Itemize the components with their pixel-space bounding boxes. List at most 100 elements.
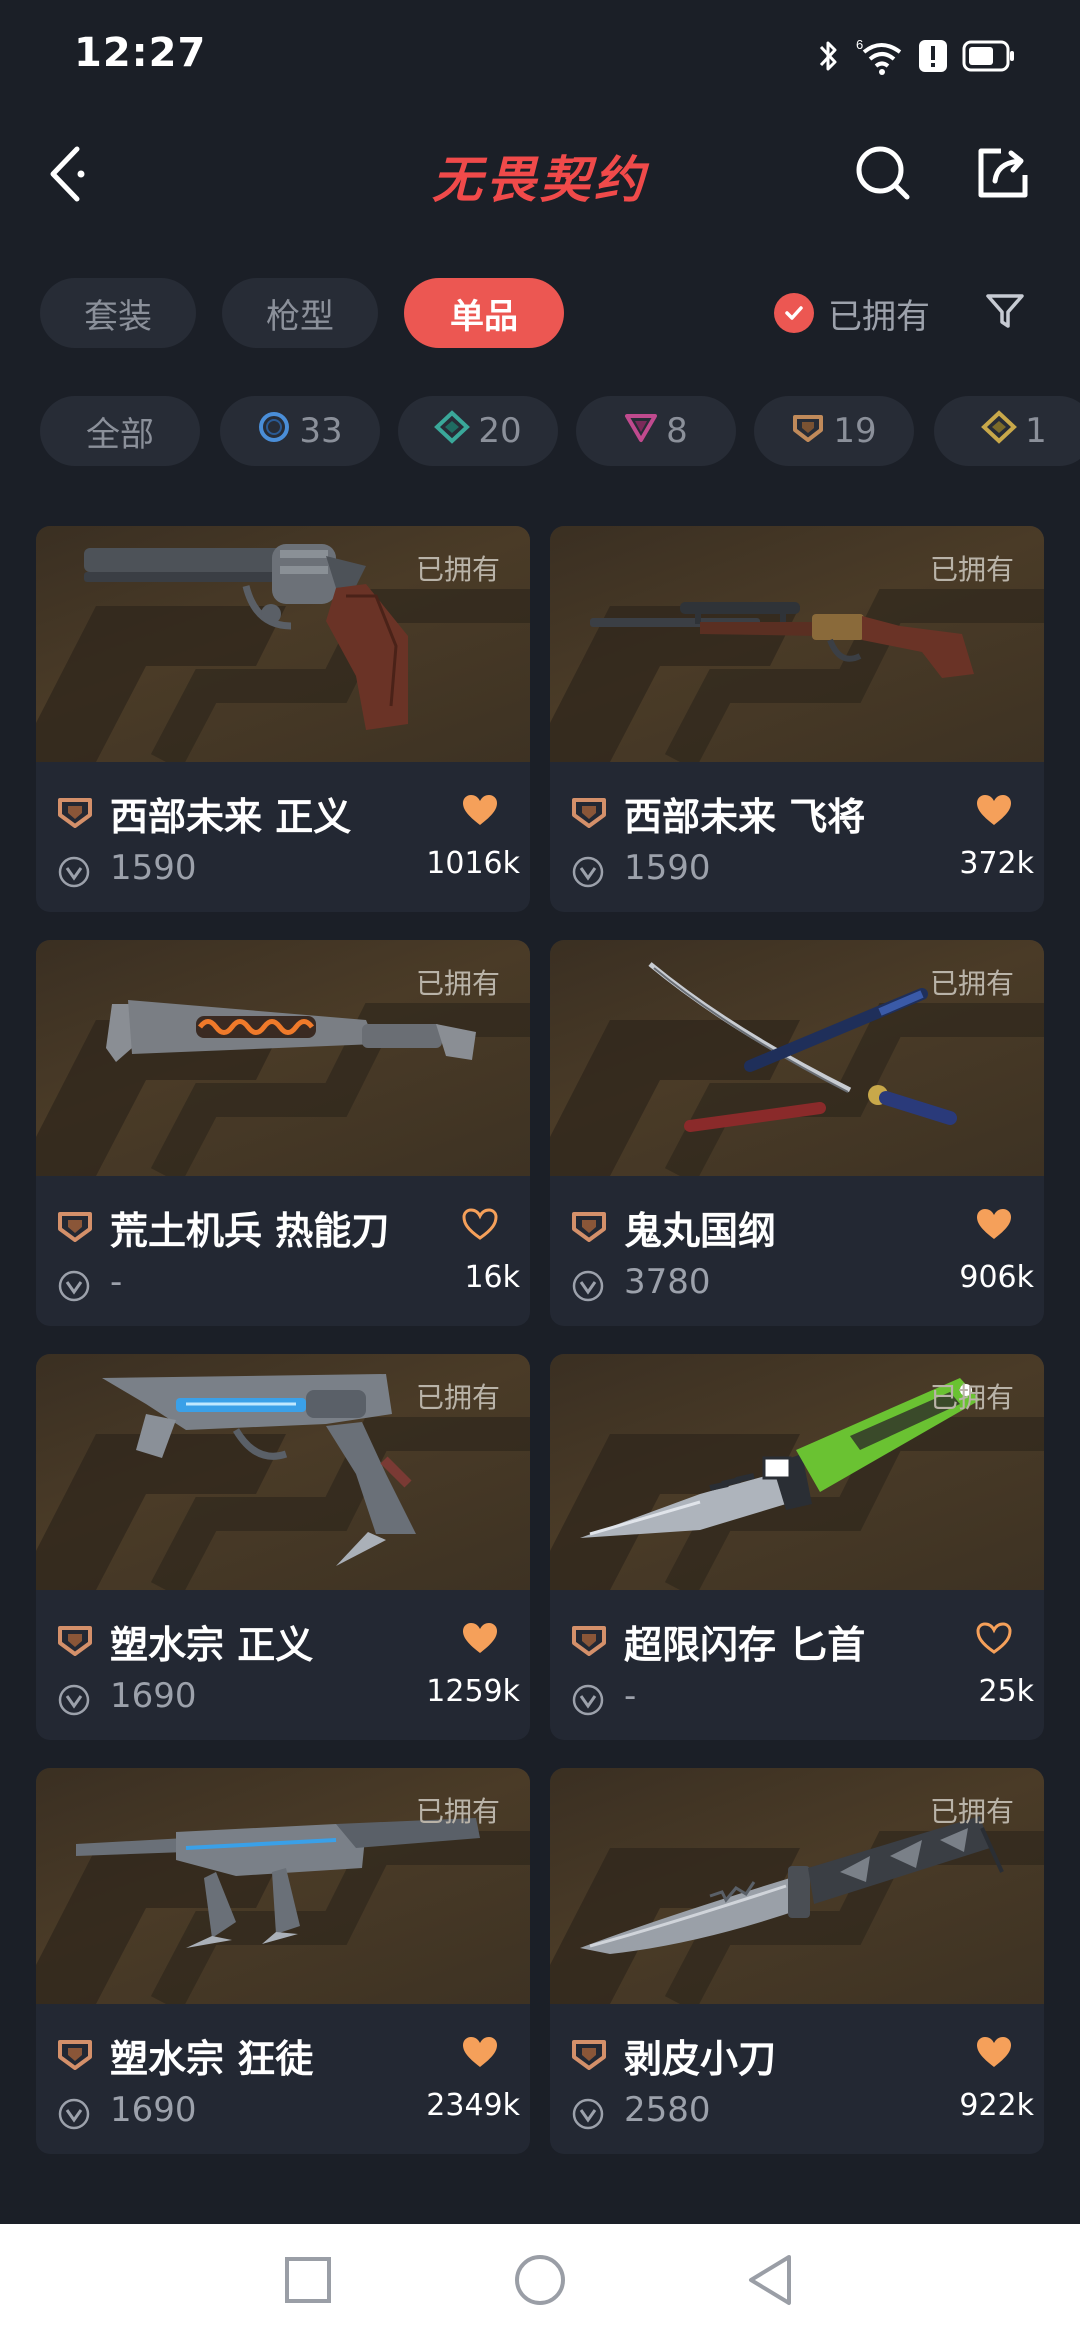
item-price: - [110,1262,123,1302]
share-icon [973,143,1033,207]
owned-label: 已拥有 [929,1795,1014,1828]
ultra-edition-icon [981,409,1018,453]
recent-apps-button[interactable] [276,2250,340,2314]
owned-toggle[interactable]: 已拥有 [774,278,930,348]
svg-text:6: 6 [856,37,863,52]
item-info: 荒土机兵 热能刀 - 16k [36,1176,530,1326]
item-price: 3780 [624,1262,711,1302]
like-button[interactable] [972,2032,1016,2076]
heart-filled-icon [975,2035,1013,2073]
heart-filled-icon [461,2035,499,2073]
tab-bundles[interactable]: 套装 [40,278,196,348]
item-name: 鬼丸国纲 [624,1209,777,1253]
exclusive-tier-icon [570,792,608,830]
exclusive-tier-icon [56,2034,94,2072]
item-image: 已拥有 [36,526,530,762]
status-icons: 6 [818,34,1016,78]
like-button[interactable] [972,1204,1016,1248]
item-image: 已拥有 [36,1768,530,2004]
like-button[interactable] [458,2032,502,2076]
owned-label: 已拥有 [415,967,500,1000]
like-count: 1259k [426,1674,520,1709]
owned-label: 已拥有 [415,1795,500,1828]
owned-label: 已拥有 [929,967,1014,1000]
exclusive-tier-icon [56,1620,94,1658]
item-info: 西部未来 正义 1590 1016k [36,762,530,912]
exclusive-tier-icon [570,2034,608,2072]
rarity-filter-row: 全部 33 20 8 19 1 [40,396,1080,468]
triangle-back-icon [745,2253,795,2311]
tab-single-items[interactable]: 单品 [404,278,564,348]
rarity-filter-all[interactable]: 全部 [40,396,200,466]
item-card[interactable]: 已拥有 剥皮小刀 2580 922k [550,1768,1044,2154]
premium-edition-icon [624,410,658,453]
exclusive-tier-icon [56,792,94,830]
item-card[interactable]: 已拥有 塑水宗 正义 1690 1259k [36,1354,530,1740]
item-info: 超限闪存 匕首 - 25k [550,1590,1044,1740]
like-button[interactable] [972,1618,1016,1662]
vp-currency-icon [58,2098,90,2130]
vp-currency-icon [572,1270,604,1302]
heart-filled-icon [975,793,1013,831]
filter-button[interactable] [978,286,1032,340]
search-button[interactable] [848,140,918,210]
header: 无畏契约 [0,120,1080,230]
rarity-filter-deluxe[interactable]: 20 [398,396,558,466]
rarity-filter-count: 1 [1025,411,1047,451]
like-count: 1016k [426,846,520,881]
bluetooth-icon [818,38,840,74]
item-info: 剥皮小刀 2580 922k [550,2004,1044,2154]
rarity-filter-exclusive[interactable]: 19 [754,396,914,466]
heart-filled-icon [975,1207,1013,1245]
alert-icon [918,38,948,74]
owned-label: 已拥有 [415,553,500,586]
like-button[interactable] [458,790,502,834]
rarity-filter-label: 全部 [86,414,154,455]
item-image: 已拥有 [36,1354,530,1590]
system-nav-bar [0,2224,1080,2340]
rarity-filter-count: 8 [666,411,688,451]
share-button[interactable] [968,140,1038,210]
item-card[interactable]: 已拥有 鬼丸国纲 3780 906k [550,940,1044,1326]
deluxe-edition-icon [434,409,471,453]
tab-weapon-type[interactable]: 枪型 [222,278,378,348]
like-button[interactable] [972,790,1016,834]
rarity-filter-premium[interactable]: 8 [576,396,736,466]
item-info: 塑水宗 狂徒 1690 2349k [36,2004,530,2154]
item-name: 西部未来 飞将 [624,795,866,839]
heart-filled-icon [461,793,499,831]
vp-currency-icon [58,1270,90,1302]
like-count: 922k [959,2088,1034,2123]
home-button[interactable] [508,2250,572,2314]
battery-icon [962,40,1016,72]
item-info: 西部未来 飞将 1590 372k [550,762,1044,912]
item-info: 塑水宗 正义 1690 1259k [36,1590,530,1740]
rarity-filter-select[interactable]: 33 [220,396,380,466]
like-count: 25k [978,1674,1034,1709]
like-count: 2349k [426,2088,520,2123]
exclusive-edition-icon [791,410,825,453]
item-price: 2580 [624,2090,711,2130]
vp-currency-icon [58,1684,90,1716]
like-button[interactable] [458,1618,502,1662]
item-card[interactable]: 已拥有 荒土机兵 热能刀 - 16k [36,940,530,1326]
category-tabs: 套装 枪型 单品 已拥有 [0,278,1080,352]
heart-outline-icon [461,1207,499,1245]
rarity-filter-count: 20 [478,411,522,451]
item-card[interactable]: 已拥有 西部未来 飞将 1590 372k [550,526,1044,912]
wifi-icon: 6 [854,36,904,76]
square-icon [283,2255,333,2309]
vp-currency-icon [58,856,90,888]
back-nav-button[interactable] [738,2250,802,2314]
rarity-filter-ultra[interactable]: 1 [934,396,1080,466]
vp-currency-icon [572,2098,604,2130]
item-price: 1690 [110,1676,197,1716]
owned-toggle-label: 已拥有 [828,296,930,337]
item-info: 鬼丸国纲 3780 906k [550,1176,1044,1326]
item-card[interactable]: 已拥有 超限闪存 匕首 - 25k [550,1354,1044,1740]
filter-icon [984,290,1026,336]
like-count: 906k [959,1260,1034,1295]
item-card[interactable]: 已拥有 西部未来 正义 1590 1016k [36,526,530,912]
item-card[interactable]: 已拥有 塑水宗 狂徒 1690 2349k [36,1768,530,2154]
like-button[interactable] [458,1204,502,1248]
